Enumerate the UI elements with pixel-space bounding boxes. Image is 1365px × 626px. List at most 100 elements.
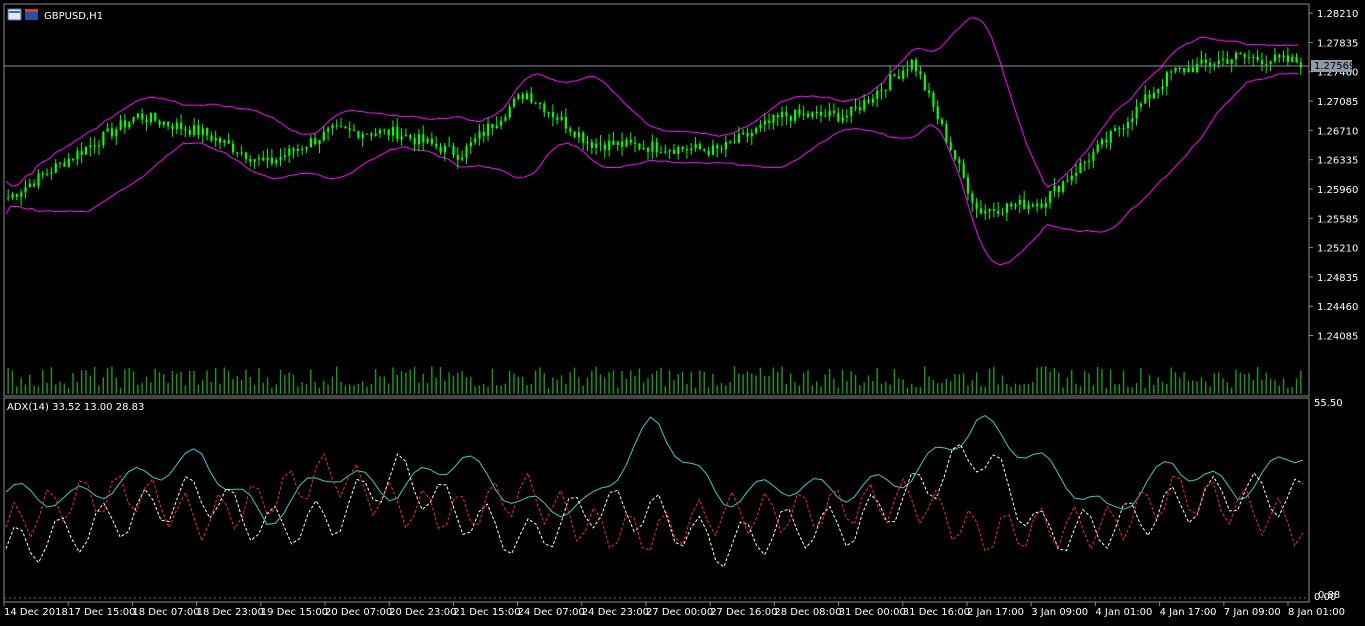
candle-body — [231, 143, 235, 153]
candle-body — [1079, 162, 1082, 174]
candle-body — [465, 146, 468, 158]
candle-body — [1295, 57, 1298, 63]
candle-body — [694, 144, 697, 149]
candle-body — [621, 141, 624, 147]
candle-body — [1291, 57, 1294, 62]
time-tick-label: 19 Dec 15:00 — [261, 607, 328, 618]
candle-body — [1234, 52, 1238, 60]
candle-body — [1049, 191, 1052, 203]
candle-body — [1230, 59, 1233, 64]
candle-body — [707, 150, 710, 155]
candle-body — [292, 148, 295, 151]
indicator-label: ADX(14) 33.52 13.00 28.83 — [7, 402, 144, 413]
candle-body — [928, 90, 931, 93]
candle-body — [301, 148, 304, 150]
candle-body — [136, 113, 140, 118]
candle-body — [582, 132, 585, 143]
chart-canvas[interactable]: 1.282101.278351.274601.270851.267101.263… — [0, 0, 1365, 622]
price-candles — [7, 47, 1303, 221]
candle-body — [517, 94, 520, 99]
candle-body — [1083, 161, 1086, 163]
candle-body — [253, 159, 256, 162]
candle-body — [504, 117, 507, 121]
candle-body — [54, 163, 57, 173]
candle-body — [167, 121, 170, 126]
candle-body — [595, 143, 598, 148]
candle-body — [1183, 67, 1186, 73]
candle-body — [426, 138, 429, 143]
time-tick-label: 27 Dec 00:00 — [646, 607, 713, 618]
candle-body — [569, 128, 572, 132]
candle-body — [871, 98, 875, 103]
candle-body — [227, 140, 230, 144]
candle-body — [664, 151, 667, 153]
candle-body — [344, 126, 347, 129]
candle-body — [1148, 94, 1151, 99]
candle-body — [353, 129, 356, 132]
candle-body — [249, 159, 252, 162]
time-tick-label: 3 Jan 09:00 — [1031, 607, 1088, 618]
candle-body — [845, 115, 849, 118]
candle-body — [776, 115, 779, 118]
candle-body — [20, 192, 23, 197]
time-tick-label: 21 Dec 15:00 — [453, 607, 520, 618]
candle-body — [1196, 63, 1199, 73]
candle-body — [638, 143, 641, 149]
price-tick-label: 1.24085 — [1317, 332, 1358, 343]
candle-body — [110, 128, 114, 137]
candle-body — [716, 145, 719, 149]
candle-body — [1131, 118, 1134, 123]
candle-body — [625, 139, 628, 147]
adx-lines — [5, 415, 1304, 568]
candle-body — [1252, 56, 1255, 58]
candle-body — [781, 112, 784, 118]
candle-body — [876, 90, 879, 99]
candle-body — [41, 173, 44, 175]
candle-body — [469, 142, 472, 147]
candle-body — [391, 126, 395, 136]
candle-body — [815, 111, 818, 113]
candle-body — [1273, 54, 1277, 62]
candle-body — [1126, 122, 1130, 129]
candle-body — [902, 70, 905, 79]
candle-body — [1161, 86, 1164, 89]
candle-body — [24, 187, 27, 193]
candle-body — [1135, 106, 1138, 119]
candle-body — [1256, 56, 1259, 61]
time-tick-label: 2 Jan 17:00 — [967, 607, 1024, 618]
volume-bars — [7, 366, 1302, 394]
candle-body — [538, 102, 542, 104]
candle-body — [824, 115, 827, 117]
candle-body — [755, 128, 758, 133]
candle-body — [884, 89, 887, 91]
candle-body — [742, 132, 745, 135]
candle-body — [1178, 67, 1181, 69]
candle-body — [197, 125, 200, 136]
candle-body — [534, 102, 537, 104]
candle-body — [512, 98, 516, 107]
candle-body — [340, 125, 343, 127]
candle-body — [590, 142, 594, 148]
candle-body — [599, 143, 602, 145]
candle-body — [1144, 94, 1147, 104]
candle-body — [863, 99, 866, 111]
candle-body — [1044, 202, 1047, 208]
candle-body — [1027, 204, 1030, 210]
time-tick-label: 18 Dec 23:00 — [197, 607, 264, 618]
candle-body — [474, 138, 477, 143]
price-tick-label: 1.25585 — [1317, 214, 1358, 225]
candle-body — [430, 138, 434, 144]
price-tick-label: 1.28210 — [1317, 9, 1358, 20]
candle-body — [819, 111, 823, 116]
price-tick-label: 1.26710 — [1317, 126, 1358, 137]
candle-body — [11, 194, 14, 198]
candle-body — [327, 128, 330, 132]
candle-body — [378, 130, 382, 134]
window-icon[interactable] — [7, 8, 22, 21]
candle-body — [1109, 131, 1112, 143]
candle-body — [1174, 67, 1177, 72]
candle-body — [1213, 64, 1216, 66]
candle-body — [953, 150, 957, 160]
candle-body — [383, 129, 386, 131]
candle-body — [1096, 144, 1099, 152]
